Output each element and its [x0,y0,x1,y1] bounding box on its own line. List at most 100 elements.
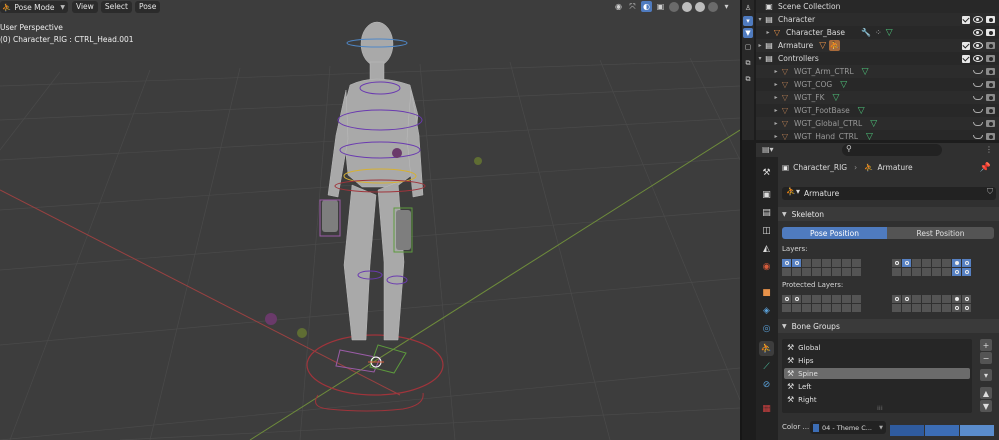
outliner-row[interactable]: ▸ ▽ WGT_Arm_CTRL ▽ [756,65,999,78]
list-item[interactable]: ⚒ Hips [784,355,970,366]
bone-groups-list[interactable]: ⚒ Global ⚒ Hips ⚒ Spine ⚒ Left ⚒ Right ⁞… [782,339,972,413]
ik-pole-right[interactable] [297,328,307,338]
outliner[interactable]: ▣ Scene Collection ▾ ▤ Character ▸ ▽ Cha… [756,0,999,140]
expand-arrow-icon[interactable]: ▸ [764,29,772,36]
skeleton-panel-header[interactable]: ▼ Skeleton [778,207,999,221]
color-set-dropdown[interactable]: 04 - Theme C... ▼ [810,421,886,434]
rendered-shading-icon[interactable] [708,1,718,12]
menu-view[interactable]: View [72,1,98,13]
bone-layers-right[interactable] [892,259,971,276]
render-tab-icon[interactable]: ▣ [759,187,774,202]
shading-options-chevron-icon[interactable]: ▾ [721,1,732,12]
collapse-arrow-icon[interactable]: ▾ [756,55,764,62]
collapse-arrow-icon[interactable]: ▾ [756,16,764,23]
exclude-checkbox[interactable] [962,15,970,24]
eye-icon[interactable] [973,42,983,49]
camera-render-icon[interactable] [986,107,995,114]
list-item-selected[interactable]: ⚒ Spine [784,368,970,379]
expand-arrow-icon[interactable]: ▸ [772,81,780,88]
bone-group-menu-button[interactable]: ▾ [980,369,992,381]
visibility-icon[interactable]: ◉ [613,1,624,12]
pose-position-button[interactable]: Pose Position [782,227,887,239]
mode-dropdown[interactable]: ⛹ Pose Mode ▼ [0,1,68,13]
filter-down-icon[interactable]: ▼ [743,28,753,38]
output-tab-icon[interactable]: ▤ [759,205,774,220]
camera-render-icon[interactable] [986,120,995,127]
outliner-row[interactable]: ▾ ▤ Character [756,13,999,26]
elbow-pole-ctrl[interactable] [474,157,482,165]
outliner-row[interactable]: ▸ ▽ WGT_FootBase ▽ [756,104,999,117]
camera-render-icon[interactable] [986,94,995,101]
remove-bone-group-button[interactable]: − [980,352,992,364]
eye-closed-icon[interactable] [973,95,983,100]
move-down-button[interactable]: ▼ [980,400,992,412]
texture-tab-icon[interactable]: ▦ [759,401,774,416]
properties-search-input[interactable]: ⚲ [842,144,942,156]
fake-user-shield-icon[interactable]: ⛉ [987,187,993,197]
expand-arrow-icon[interactable]: ▸ [772,120,780,127]
armature-data-tab-icon[interactable]: ⛹ [759,341,774,356]
eye-closed-icon[interactable] [973,69,983,74]
expand-arrow-icon[interactable]: ▸ [772,94,780,101]
tool-tab-icon[interactable]: ⚒ [759,165,774,180]
armature-data-field[interactable]: ⛹▾ Armature ⛉ [782,187,996,200]
wireframe-shading-icon[interactable] [669,1,679,12]
scene-tab-icon[interactable]: ◭ [759,241,774,256]
outliner-row[interactable]: ▸ ▽ WGT_FK ▽ [756,91,999,104]
camera-render-icon[interactable] [986,133,995,140]
object-tab-icon[interactable]: ■ [759,285,774,300]
camera-render-icon[interactable] [986,81,995,88]
outliner-row[interactable]: ▸ ▽ Character_Base 🔧 ⁘ ▽ [756,26,999,39]
view-layer-tab-icon[interactable]: ◫ [759,223,774,238]
global-ctrl-circle[interactable] [306,334,444,396]
move-up-button[interactable]: ▲ [980,387,992,399]
list-item[interactable]: ⚒ Right [784,394,970,405]
new-collection-icon[interactable]: ▢ [743,42,753,52]
3d-viewport[interactable]: ⛹ Pose Mode ▼ View Select Pose ◉ ⤧ ◐ ▣ ▾… [0,0,740,440]
protected-layers-right[interactable] [892,295,971,312]
ik-pole-left[interactable] [265,313,277,325]
editor-type-icon[interactable]: ▤▾ [762,145,774,154]
outliner-row[interactable]: ▸ ▽ WGT_Global_CTRL ▽ [756,117,999,130]
chest-ctrl[interactable] [392,148,402,158]
outliner-row[interactable]: ▸ ▤ Armature ▽ ⛹ [756,39,999,52]
eye-closed-icon[interactable] [973,121,983,126]
camera-render-icon[interactable] [986,42,995,49]
armature-data-browse-icon[interactable]: ⛹▾ [786,187,800,196]
add-bone-group-button[interactable]: + [980,339,992,351]
outliner-row[interactable]: ▾ ▤ Controllers [756,52,999,65]
eye-icon[interactable] [973,16,983,23]
options-dots-icon[interactable]: ⋮ [985,145,993,154]
xray-icon[interactable]: ▣ [655,1,666,12]
eye-closed-icon[interactable] [973,108,983,113]
outliner-row[interactable]: ▣ Scene Collection [756,0,999,13]
rest-position-button[interactable]: Rest Position [887,227,994,239]
active-color-swatch[interactable] [960,425,994,436]
camera-render-icon[interactable] [986,55,995,62]
expand-arrow-icon[interactable]: ▸ [772,133,780,140]
physics-tab-icon[interactable]: ◎ [759,321,774,336]
expand-arrow-icon[interactable]: ▸ [772,107,780,114]
camera-render-icon[interactable] [986,68,995,75]
bone-layers-left[interactable] [782,259,861,276]
pin-icon[interactable]: 📌 [980,163,991,173]
expand-arrow-icon[interactable]: ▸ [772,68,780,75]
protected-layers-left[interactable] [782,295,861,312]
duplicate-icon[interactable]: ⧉ [743,58,753,68]
material-shading-icon[interactable] [695,1,705,12]
menu-select[interactable]: Select [100,1,132,13]
list-resize-grip-icon[interactable]: ⁞⁞⁞ [877,405,883,412]
eye-closed-icon[interactable] [973,82,983,87]
expand-arrow-icon[interactable]: ▸ [756,42,764,49]
bone-tab-icon[interactable]: ⟋ [759,359,774,374]
normal-color-swatch[interactable] [890,425,924,436]
list-item[interactable]: ⚒ Global [784,342,970,353]
user-icon[interactable]: ♙ [743,3,753,13]
solid-shading-icon[interactable] [682,1,692,12]
menu-pose[interactable]: Pose [134,1,161,13]
overlays-icon[interactable]: ◐ [641,1,652,12]
eye-icon[interactable] [973,29,983,36]
camera-render-icon[interactable] [986,29,995,36]
list-item[interactable]: ⚒ Left [784,381,970,392]
exclude-checkbox[interactable] [962,41,970,50]
